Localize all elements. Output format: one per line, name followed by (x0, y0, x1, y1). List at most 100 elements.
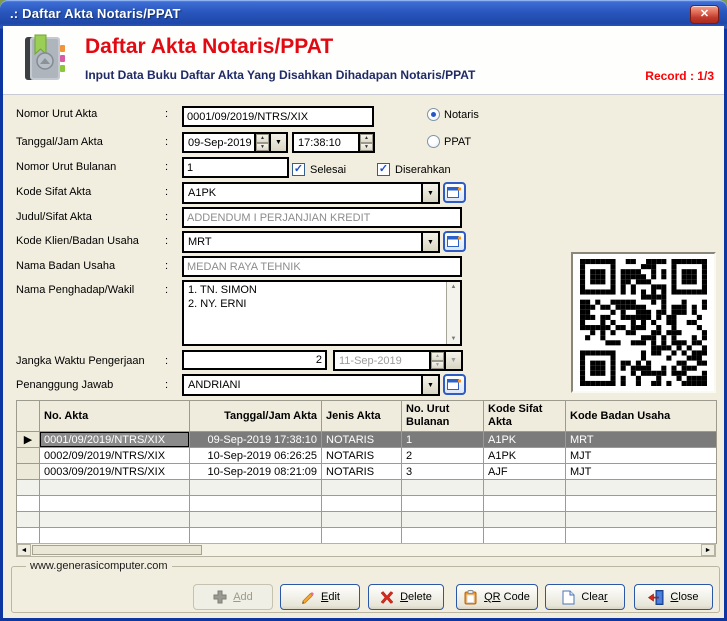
table-cell (322, 528, 402, 544)
tanggal-akta-value: 09-Sep-2019 (184, 134, 254, 151)
qr-code-image (571, 252, 716, 393)
scroll-left-icon[interactable]: ◄ (17, 544, 31, 556)
kode-klien-combo[interactable]: MRT ▼ (182, 231, 440, 253)
scroll-down-icon[interactable]: ▼ (447, 334, 460, 344)
clear-button[interactable]: Clear (545, 584, 625, 610)
selector-column-header (17, 401, 40, 432)
kode-klien-value: MRT (184, 233, 421, 251)
memo-scrollbar[interactable]: ▲ ▼ (446, 282, 460, 344)
col-no-akta[interactable]: No. Akta (40, 401, 190, 432)
new-penanggung-jawab-button[interactable] (443, 374, 466, 395)
table-row-empty[interactable] (17, 528, 717, 544)
label-kode-klien: Kode Klien/Badan Usaha (16, 235, 139, 247)
col-tanggal-jam[interactable]: Tanggal/Jam Akta (190, 401, 322, 432)
spin-up-icon[interactable]: ▲ (256, 134, 269, 143)
table-cell (402, 528, 484, 544)
hscroll-thumb[interactable] (32, 545, 202, 555)
table-row-empty[interactable] (17, 496, 717, 512)
table-cell: NOTARIS (322, 464, 402, 480)
kode-sifat-akta-combo[interactable]: A1PK ▼ (182, 182, 440, 204)
colon: : (165, 355, 168, 367)
spin-down-icon[interactable]: ▼ (256, 143, 269, 152)
jangka-tanggal-picker: 11-Sep-2019 ▲ ▼ ▼ (333, 350, 463, 371)
table-cell (190, 480, 322, 496)
check-icon: ✓ (294, 164, 303, 175)
table-cell (190, 528, 322, 544)
table-cell (190, 512, 322, 528)
jangka-waktu-input[interactable]: 2 (182, 350, 327, 370)
table-row-empty[interactable] (17, 512, 717, 528)
kode-sifat-akta-value: A1PK (184, 184, 421, 202)
radio-ppat[interactable]: PPAT (427, 135, 471, 148)
spin-down-icon[interactable]: ▼ (360, 143, 373, 152)
nomor-urut-akta-input[interactable]: 0001/09/2019/NTRS/XIX (182, 106, 374, 127)
page-title: Daftar Akta Notaris/PPAT (85, 35, 333, 59)
dropdown-icon[interactable]: ▼ (421, 184, 438, 202)
spin-up-icon[interactable]: ▲ (360, 134, 373, 143)
table-header-row: No. Akta Tanggal/Jam Akta Jenis Akta No.… (17, 401, 717, 432)
close-button[interactable]: Close (634, 584, 713, 610)
table-cell (40, 512, 190, 528)
table-cell: 0002/09/2019/NTRS/XIX (40, 448, 190, 464)
checkbox-selesai[interactable]: ✓ Selesai (292, 163, 346, 176)
jam-akta-value: 17:38:10 (294, 134, 358, 151)
table-cell: 0001/09/2019/NTRS/XIX (40, 432, 190, 448)
judul-sifat-akta-input[interactable]: ADDENDUM I PERJANJIAN KREDIT (182, 207, 462, 228)
table-cell: A1PK (484, 432, 566, 448)
new-sifat-akta-button[interactable] (443, 182, 466, 203)
window-close-button[interactable]: ✕ (690, 5, 719, 24)
checkbox-selesai-label: Selesai (310, 164, 346, 176)
delete-button[interactable]: Delete (368, 584, 444, 610)
table-cell: 10-Sep-2019 08:21:09 (190, 464, 322, 480)
row-selector[interactable] (17, 464, 40, 480)
col-no-urut-bulanan[interactable]: No. Urut Bulanan (402, 401, 484, 432)
nama-badan-usaha-input[interactable]: MEDAN RAYA TEHNIK (182, 256, 462, 277)
penanggung-jawab-combo[interactable]: ANDRIANI ▼ (182, 374, 440, 396)
date-spinner[interactable]: ▲ ▼ (254, 134, 269, 151)
table-row[interactable]: ▶0001/09/2019/NTRS/XIX09-Sep-2019 17:38:… (17, 432, 717, 448)
title-bar[interactable]: .: Daftar Akta Notaris/PPAT ✕ (0, 0, 727, 29)
col-kode-badan-usaha[interactable]: Kode Badan Usaha (566, 401, 717, 432)
col-jenis-akta[interactable]: Jenis Akta (322, 401, 402, 432)
radio-notaris[interactable]: Notaris (427, 108, 479, 121)
table-row-empty[interactable] (17, 480, 717, 496)
table-cell (322, 512, 402, 528)
scroll-right-icon[interactable]: ► (701, 544, 715, 556)
calendar-dropdown-icon[interactable]: ▼ (269, 134, 286, 151)
table-cell (40, 528, 190, 544)
dropdown-icon[interactable]: ▼ (421, 376, 438, 394)
new-form-icon (447, 235, 462, 248)
checkbox-diserahkan[interactable]: ✓ Diserahkan (377, 163, 451, 176)
nama-penghadap-textarea[interactable]: 1. TN. SIMON 2. NY. ERNI ▲ ▼ (182, 280, 462, 346)
nomor-urut-bulanan-input[interactable]: 1 (182, 157, 289, 178)
pencil-icon (300, 590, 315, 604)
row-selector[interactable] (17, 448, 40, 464)
qr-code-button[interactable]: QR Code (456, 584, 538, 610)
close-button-label: Close (670, 591, 698, 603)
table-cell (566, 496, 717, 512)
label-nama-badan-usaha: Nama Badan Usaha (16, 260, 115, 272)
row-selector[interactable]: ▶ (17, 432, 40, 448)
table-cell: MJT (566, 464, 717, 480)
table-cell: AJF (484, 464, 566, 480)
table-cell (322, 480, 402, 496)
jam-akta-picker[interactable]: 17:38:10 ▲ ▼ (292, 132, 375, 153)
edit-button-label: Edit (321, 591, 340, 603)
app-window: .: Daftar Akta Notaris/PPAT ✕ (0, 0, 727, 621)
table-cell (566, 480, 717, 496)
col-kode-sifat-akta[interactable]: Kode Sifat Akta (484, 401, 566, 432)
scroll-up-icon[interactable]: ▲ (447, 282, 460, 292)
dropdown-icon[interactable]: ▼ (421, 233, 438, 251)
table-row[interactable]: 0003/09/2019/NTRS/XIX10-Sep-2019 08:21:0… (17, 464, 717, 480)
table-hscrollbar[interactable]: ◄ ► (16, 543, 716, 557)
edit-button[interactable]: Edit (280, 584, 360, 610)
delete-x-icon (380, 591, 394, 604)
new-klien-button[interactable] (443, 231, 466, 252)
table-row[interactable]: 0002/09/2019/NTRS/XIX10-Sep-2019 06:26:2… (17, 448, 717, 464)
header: Daftar Akta Notaris/PPAT Input Data Buku… (3, 26, 724, 95)
tanggal-akta-picker[interactable]: 09-Sep-2019 ▲ ▼ ▼ (182, 132, 288, 153)
colon: : (165, 260, 168, 272)
time-spinner[interactable]: ▲ ▼ (358, 134, 373, 151)
label-nomor-urut-akta: Nomor Urut Akta (16, 108, 97, 120)
radio-notaris-label: Notaris (444, 109, 479, 121)
